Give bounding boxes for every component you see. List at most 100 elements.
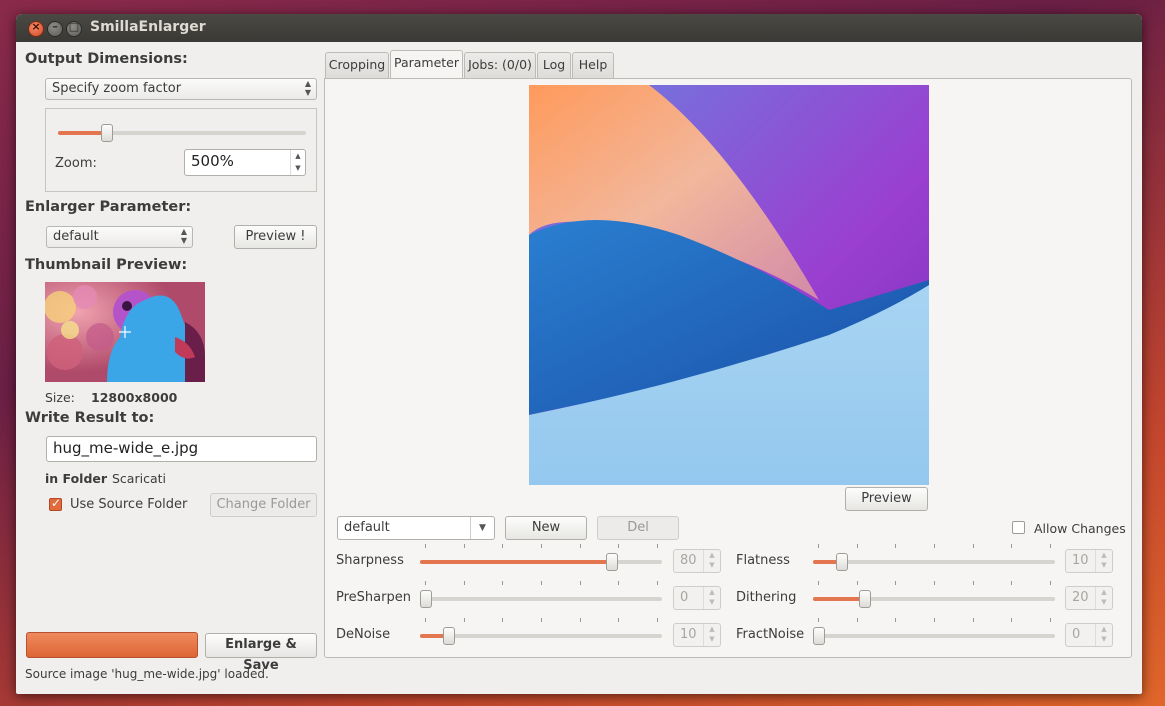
slider-tick [618, 618, 620, 622]
slider-tick [818, 581, 819, 585]
allow-changes-checkbox[interactable] [1012, 521, 1025, 534]
dithering-value: 20 [1072, 590, 1089, 605]
fractnoise-spinbox[interactable]: 0 ▲ ▼ [1065, 623, 1113, 647]
slider-tick [579, 618, 581, 622]
zoom-spinbox[interactable]: 500% ▲ ▼ [184, 149, 306, 176]
dithering-slider[interactable] [813, 590, 1055, 608]
zoom-label: Zoom: [55, 156, 97, 171]
use-source-folder-label: Use Source Folder [70, 497, 188, 512]
presharpen-slider[interactable] [420, 590, 662, 608]
spin-arrows-icon[interactable]: ▲ ▼ [703, 550, 720, 572]
size-value: 12800x8000 [91, 390, 178, 405]
zoom-slider-handle[interactable] [101, 124, 113, 142]
enlarger-preset-select[interactable]: default ▲ ▼ [46, 226, 193, 248]
presharpen-spinbox[interactable]: 0 ▲ ▼ [673, 586, 721, 610]
updown-arrows-icon: ▲ ▼ [304, 79, 311, 97]
slider-tick [818, 544, 819, 548]
thumbnail-image[interactable] [45, 282, 205, 382]
delete-preset-button[interactable]: Del [597, 516, 679, 540]
denoise-slider[interactable] [420, 627, 662, 645]
presharpen-slider-handle[interactable] [420, 590, 432, 608]
denoise-value: 10 [680, 627, 697, 642]
enlarger-preset-value: default [53, 229, 99, 244]
slider-tick [463, 618, 465, 622]
slider-tick [856, 618, 858, 622]
slider-tick [1050, 618, 1051, 622]
window-title: SmillaEnlarger [90, 19, 206, 35]
fractnoise-value: 0 [1072, 627, 1081, 642]
dithering-spinbox[interactable]: 20 ▲ ▼ [1065, 586, 1113, 610]
title-bar[interactable]: × – □ SmillaEnlarger [16, 14, 1142, 42]
tab-log[interactable]: Log [537, 52, 571, 78]
flatness-slider-handle[interactable] [836, 553, 848, 571]
zoom-group: Zoom: 500% ▲ ▼ [45, 108, 317, 192]
zoom-value: 500% [191, 152, 234, 170]
fractnoise-slider-handle[interactable] [813, 627, 825, 645]
enlarge-save-button[interactable]: Enlarge & Save [205, 633, 317, 673]
output-mode-value: Specify zoom factor [52, 81, 182, 96]
slider-tick [1050, 544, 1051, 548]
tab-jobs[interactable]: Jobs: (0/0) [464, 52, 536, 78]
close-window-button[interactable]: × [28, 20, 44, 37]
sharpness-label: Sharpness [336, 553, 404, 568]
sharpness-spinbox[interactable]: 80 ▲ ▼ [673, 549, 721, 573]
spin-arrows-icon[interactable]: ▲ ▼ [1095, 550, 1112, 572]
change-folder-button[interactable]: Change Folder [210, 493, 317, 517]
minimize-window-button[interactable]: – [47, 20, 63, 37]
preview-button[interactable]: Preview [845, 487, 928, 511]
slider-tick [618, 581, 620, 585]
enlarger-parameter-heading: Enlarger Parameter: [25, 199, 192, 215]
allow-changes-label: Allow Changes [1034, 521, 1126, 536]
sharpness-slider-handle[interactable] [606, 553, 618, 571]
spin-arrows-icon[interactable]: ▲ ▼ [1095, 587, 1112, 609]
flatness-spinbox[interactable]: 10 ▲ ▼ [1065, 549, 1113, 573]
slider-tick [972, 544, 974, 548]
slider-tick [1011, 618, 1013, 622]
slider-tick [463, 544, 465, 548]
tab-help[interactable]: Help [572, 52, 614, 78]
maximize-icon: □ [68, 20, 80, 33]
sharpness-slider[interactable] [420, 553, 662, 571]
dithering-slider-handle[interactable] [859, 590, 871, 608]
slider-tick [541, 618, 542, 622]
slider-tick [579, 581, 581, 585]
dithering-slider-fill [813, 597, 864, 601]
slider-tick [657, 618, 658, 622]
sharpness-value: 80 [680, 553, 697, 568]
tab-cropping[interactable]: Cropping [325, 52, 389, 78]
output-filename-input[interactable]: hug_me-wide_e.jpg [46, 436, 317, 462]
slider-tick [818, 618, 819, 622]
in-folder-label: in Folder [45, 471, 108, 486]
denoise-spinbox[interactable]: 10 ▲ ▼ [673, 623, 721, 647]
updown-arrows-icon: ▲ ▼ [180, 227, 187, 245]
zoom-slider[interactable] [58, 124, 306, 142]
zoom-slider-fill [58, 131, 106, 135]
slider-tick [1011, 581, 1013, 585]
parameter-preset-value: default [344, 520, 390, 535]
parameter-preset-combo[interactable]: default ▼ [337, 516, 495, 540]
new-preset-button[interactable]: New [505, 516, 587, 540]
denoise-slider-handle[interactable] [443, 627, 455, 645]
output-mode-select[interactable]: Specify zoom factor ▲ ▼ [45, 78, 317, 100]
tab-parameter[interactable]: Parameter [390, 50, 463, 79]
use-source-folder-checkbox[interactable] [49, 496, 62, 511]
output-dimensions-heading: Output Dimensions: [25, 51, 188, 67]
spin-arrows-icon[interactable]: ▲ ▼ [290, 150, 305, 175]
spin-arrows-icon[interactable]: ▲ ▼ [703, 624, 720, 646]
presharpen-label: PreSharpen [336, 590, 411, 605]
slider-tick [856, 544, 858, 548]
slider-tick [425, 544, 426, 548]
dropdown-arrow-icon[interactable]: ▼ [470, 517, 494, 539]
spin-arrows-icon[interactable]: ▲ ▼ [1095, 624, 1112, 646]
slider-tick [934, 618, 935, 622]
slider-tick [579, 544, 581, 548]
close-icon: × [31, 20, 41, 33]
spin-arrows-icon[interactable]: ▲ ▼ [703, 587, 720, 609]
dithering-label: Dithering [736, 590, 797, 605]
slider-tick [856, 581, 858, 585]
slider-tick [541, 581, 542, 585]
flatness-slider[interactable] [813, 553, 1055, 571]
fractnoise-slider[interactable] [813, 627, 1055, 645]
maximize-window-button[interactable]: □ [66, 20, 82, 37]
preview-thumbnail-button[interactable]: Preview ! [234, 225, 317, 249]
